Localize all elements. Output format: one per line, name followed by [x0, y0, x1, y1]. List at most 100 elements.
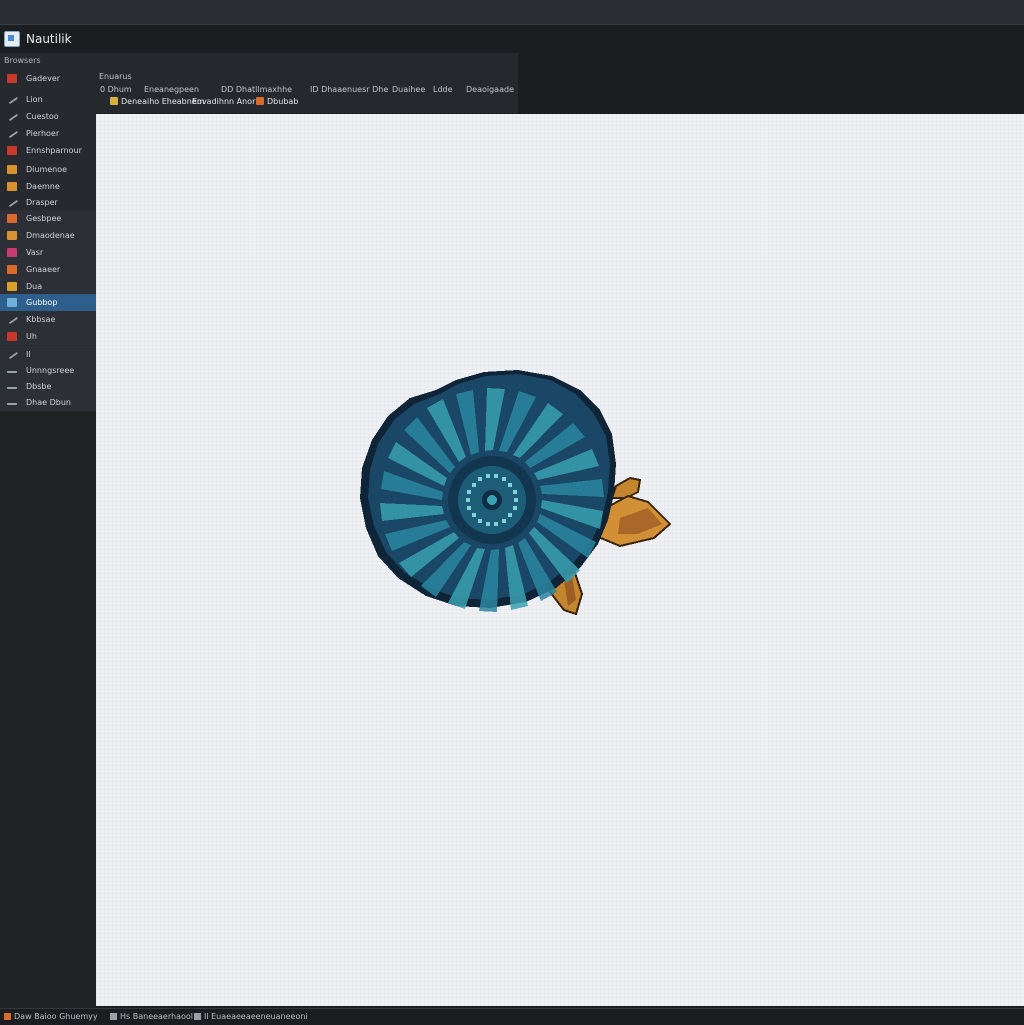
sidebar-item-label: Vasr: [26, 248, 44, 257]
grid-icon: [5, 126, 19, 139]
sprite-spiral-dot: [508, 513, 512, 517]
folder-icon: [7, 182, 17, 191]
top-strip: [0, 0, 1024, 25]
sidebar-item-label: Gadever: [26, 74, 61, 83]
sidebar-item-label: Gnaaeer: [26, 265, 61, 274]
sprite-spiral-dot: [466, 498, 470, 502]
sprite-spiral-dot: [508, 483, 512, 487]
sidebar: Browsers Gadever Lion Cuestoo Pierhoer Ennsh…: [0, 53, 96, 1008]
line-icon: [7, 398, 17, 405]
app-icon: [4, 1013, 11, 1020]
sprite-spiral-dot: [494, 474, 498, 478]
sidebar-item-gadever[interactable]: Gadever: [0, 70, 96, 87]
status-label: Hs Baneeaerhaool: [120, 1012, 193, 1021]
sidebar-item-dhae-dbun[interactable]: Dhae Dbun: [0, 394, 96, 411]
sidebar-item-label: Uh: [26, 332, 37, 341]
sidebar-item-gesbpee[interactable]: Gesbpee: [0, 210, 96, 227]
toolbar-menu-6[interactable]: Deaoigaade: [466, 85, 514, 94]
nautilus-shell-sprite: [360, 370, 672, 616]
sidebar-header: Browsers: [4, 56, 41, 65]
sidebar-item-unnngsreee[interactable]: Unnngsreee: [0, 362, 96, 379]
sidebar-item-uh[interactable]: Uh: [0, 328, 96, 345]
sidebar-item-label: Gubbop: [26, 298, 58, 307]
search-icon: [5, 109, 19, 122]
red-app-icon: [7, 74, 17, 83]
line-icon: [7, 382, 17, 389]
status-icon: [194, 1013, 201, 1020]
sidebar-item-label: Dmaodenae: [26, 231, 75, 240]
toolbar-path-label: Eovadihnn Anor: [192, 97, 256, 106]
sidebar-item-label: Daemne: [26, 182, 60, 191]
sidebar-item-dua[interactable]: Dua: [0, 278, 96, 295]
toolbar-menu-4[interactable]: Duaihee: [392, 85, 425, 94]
toolbar: Enuarus 0 Dhum Eneanegpeen DD Dhatllmaxhhe…: [96, 53, 519, 113]
toolbar-path-item-1[interactable]: Eovadihnn Anor: [192, 97, 255, 106]
toolbar-path-item-2[interactable]: Dbubab: [256, 97, 298, 106]
sidebar-item-daemne[interactable]: Daemne: [0, 178, 96, 195]
sidebar-item-label: Ennshparnour: [26, 146, 82, 155]
folder-icon: [110, 97, 118, 105]
orange-app-icon: [7, 214, 17, 223]
sidebar-item-kbbsae[interactable]: Kbbsae: [0, 311, 96, 328]
pencil-icon: [5, 92, 19, 105]
toolbar-menu-5[interactable]: Ldde: [433, 85, 453, 94]
sidebar-item-label: Lion: [26, 95, 43, 104]
image-canvas[interactable]: [96, 114, 1024, 1006]
toolbar-menu-2[interactable]: DD Dhatllmaxhhe: [221, 85, 292, 94]
folder-icon: [7, 165, 17, 174]
toolbar-menu-1[interactable]: Eneanegpeen: [144, 85, 199, 94]
status-label: Il Euaeaeeaeeneuaneeoni: [204, 1012, 308, 1021]
sidebar-item-vasr[interactable]: Vasr: [0, 244, 96, 261]
folder-icon: [7, 231, 17, 240]
sprite-spiral-dot: [486, 522, 490, 526]
sprite-spiral-dot: [486, 474, 490, 478]
toolbar-menu-3[interactable]: ID Dhaaenuesr Dhe: [310, 85, 388, 94]
red-app-icon: [7, 146, 17, 155]
sidebar-item-cuestoo[interactable]: Cuestoo: [0, 108, 96, 125]
sprite-spiral-dot: [467, 490, 471, 494]
brush-icon: [7, 298, 17, 307]
sidebar-item-diumenoe[interactable]: Diumenoe: [0, 161, 96, 178]
sidebar-item-label: Il: [26, 350, 31, 359]
toolbar-path-row: Deneaiho Eheabnem Eovadihnn Anor Dbubab: [96, 97, 516, 111]
pencil-icon: [5, 347, 19, 360]
sidebar-item-drasper[interactable]: Drasper: [0, 194, 96, 211]
sidebar-item-dbsbe[interactable]: Dbsbe: [0, 378, 96, 395]
toolbar-empty-area: [518, 53, 1024, 113]
status-item-1: Hs Baneeaerhaool: [110, 1012, 193, 1021]
sidebar-item-label: Kbbsae: [26, 315, 56, 324]
sidebar-list: Browsers Gadever Lion Cuestoo Pierhoer Ennsh…: [0, 53, 96, 411]
sprite-spiral-dot: [502, 519, 506, 523]
toolbar-path-item-0[interactable]: Deneaiho Eheabnem: [110, 97, 205, 106]
yellow-app-icon: [7, 282, 17, 291]
status-bar: Daw Baioo Ghuemyy Hs Baneeaerhaool Il Euae…: [0, 1008, 1024, 1025]
sprite-spiral-dot: [494, 522, 498, 526]
sidebar-item-label: Diumenoe: [26, 165, 68, 174]
status-item-2: Il Euaeaeeaeeneuaneeoni: [194, 1012, 308, 1021]
sidebar-item-ennshparnour[interactable]: Ennshparnour: [0, 142, 96, 159]
status-item-0: Daw Baioo Ghuemyy: [4, 1012, 98, 1021]
orange-app-icon: [256, 97, 264, 105]
sidebar-item-gubbop[interactable]: Gubbop: [0, 294, 96, 311]
status-label: Daw Baioo Ghuemyy: [14, 1012, 98, 1021]
sidebar-item-label: Cuestoo: [26, 112, 59, 121]
orange-app-icon: [7, 265, 17, 274]
sprite-fin-top: [610, 476, 642, 499]
sidebar-item-lion[interactable]: Lion: [0, 91, 96, 108]
sprite-spiral-dot: [478, 519, 482, 523]
sprite-spiral-dot: [513, 490, 517, 494]
sidebar-item-dmaodenae[interactable]: Dmaodenae: [0, 227, 96, 244]
toolbar-menu-0[interactable]: 0 Dhum: [100, 85, 132, 94]
sidebar-item-pierhoer[interactable]: Pierhoer: [0, 125, 96, 142]
app-title: Nautilik: [26, 32, 72, 46]
sidebar-item-il[interactable]: Il: [0, 346, 96, 363]
title-bar: Nautilik: [0, 25, 1024, 53]
sidebar-item-label: Pierhoer: [26, 129, 60, 138]
sidebar-item-label: Unnngsreee: [26, 366, 75, 375]
pencil-icon: [5, 312, 19, 325]
sidebar-item-gnaaeer[interactable]: Gnaaeer: [0, 261, 96, 278]
sidebar-item-label: Dhae Dbun: [26, 398, 71, 407]
red-app-icon: [7, 332, 17, 341]
sprite-spiral-dot: [467, 506, 471, 510]
app-icon[interactable]: [4, 31, 20, 47]
